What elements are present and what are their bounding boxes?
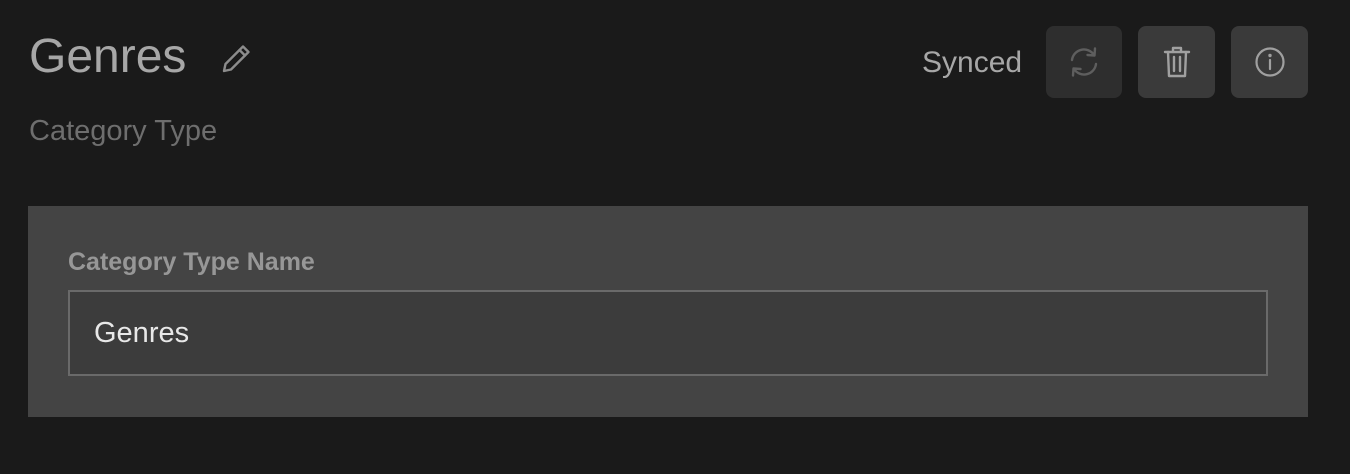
category-type-form-panel: Category Type Name <box>28 206 1308 417</box>
category-type-name-label: Category Type Name <box>68 248 315 276</box>
trash-icon <box>1162 45 1192 79</box>
sync-button[interactable] <box>1046 26 1122 98</box>
page-subtitle: Category Type <box>29 115 218 147</box>
info-icon <box>1254 46 1286 78</box>
page-title: Genres <box>29 30 187 83</box>
refresh-icon <box>1067 45 1101 79</box>
edit-title-button[interactable] <box>217 40 255 78</box>
category-type-name-input[interactable] <box>68 290 1268 376</box>
pencil-icon <box>219 42 253 76</box>
delete-button[interactable] <box>1138 26 1215 98</box>
info-button[interactable] <box>1231 26 1308 98</box>
sync-status-label: Synced <box>922 46 1023 79</box>
